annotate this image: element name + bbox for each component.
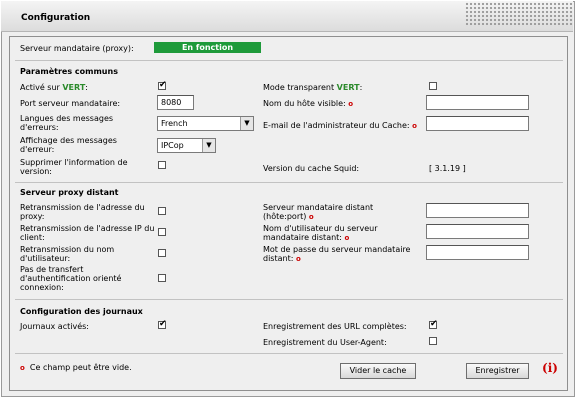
required-icon: o — [295, 255, 301, 263]
remote-pass-label: Mot de passe du serveur mandataire dista… — [263, 245, 411, 263]
remote-user-label: Nom d'utilisateur du serveur mandataire … — [263, 224, 378, 242]
dropdown-arrow-icon: ▼ — [202, 139, 215, 152]
common-heading: Paramètres communs — [20, 67, 118, 76]
required-icon: o — [344, 234, 350, 242]
logs-enabled-label: Journaux activés: — [20, 322, 89, 331]
info-icon[interactable]: (i) — [542, 361, 558, 375]
check-mark-icon: ✔ — [159, 319, 167, 329]
remote-user-input[interactable] — [426, 224, 529, 239]
remote-host-label: Serveur mandataire distant (hôte:port) o — [263, 203, 374, 221]
check-mark-icon: ✔ — [159, 80, 167, 90]
ua-log-label: Enregistrement du User-Agent: — [263, 338, 387, 347]
active-green-label: Activé sur VERT: — [20, 83, 88, 92]
suppress-version-checkbox[interactable] — [158, 161, 166, 169]
ua-log-checkbox[interactable] — [429, 337, 437, 345]
remote-pass-input[interactable] — [426, 245, 529, 260]
error-display-select[interactable]: IPCop ▼ — [157, 138, 216, 153]
proxy-label: Serveur mandataire (proxy): — [20, 44, 134, 53]
config-panel: Serveur mandataire (proxy): En fonction … — [9, 36, 568, 391]
port-label: Port serveur mandataire: — [20, 99, 121, 108]
divider — [15, 299, 563, 300]
titlebar-dots-decoration — [465, 2, 573, 27]
remote-host-input[interactable] — [426, 203, 529, 218]
error-display-label: Affichage des messages d'erreur: — [20, 136, 117, 154]
suppress-version-label: Supprimer l'information de version: — [20, 158, 128, 176]
footer-note: o Ce champ peut être vide. — [20, 363, 132, 372]
forward-proxy-label: Retransmission de l'adresse du proxy: — [20, 203, 145, 221]
required-icon: o — [348, 100, 354, 108]
window-title: Configuration — [21, 13, 91, 23]
admin-email-input[interactable] — [426, 116, 529, 131]
title-bar: Configuration — [1, 1, 573, 32]
squid-version-value: [ 3.1.19 ] — [429, 164, 466, 173]
required-icon: o — [20, 364, 25, 372]
no-auth-label: Pas de transfert d'authentification orie… — [20, 265, 122, 292]
lang-select[interactable]: French ▼ — [157, 116, 254, 131]
forward-ip-label: Retransmission de l'adresse IP du client… — [20, 224, 155, 242]
clear-cache-button[interactable]: Vider le cache — [340, 363, 416, 379]
dropdown-arrow-icon: ▼ — [240, 117, 253, 130]
hostname-label: Nom du hôte visible: o — [263, 99, 354, 108]
transparent-label: Mode transparent VERT: — [263, 83, 363, 92]
save-button[interactable]: Enregistrer — [466, 363, 529, 379]
active-green-checkbox[interactable]: ✔ — [158, 80, 167, 90]
hostname-input[interactable] — [426, 95, 529, 110]
divider — [15, 182, 563, 183]
squid-version-label: Version du cache Squid: — [263, 164, 360, 173]
forward-proxy-checkbox[interactable] — [158, 207, 166, 215]
divider — [15, 353, 563, 354]
remote-heading: Serveur proxy distant — [20, 188, 119, 197]
url-log-label: Enregistrement des URL complètes: — [263, 322, 407, 331]
forward-user-checkbox[interactable] — [158, 249, 166, 257]
url-log-checkbox[interactable]: ✔ — [429, 319, 438, 329]
port-input[interactable]: 8080 — [157, 95, 194, 110]
admin-email-label: E-mail de l'administrateur du Cache: o — [263, 121, 417, 130]
required-icon: o — [308, 213, 314, 221]
check-mark-icon: ✔ — [430, 319, 438, 329]
required-icon: o — [412, 122, 417, 130]
transparent-checkbox[interactable] — [429, 82, 437, 90]
logs-heading: Configuration des journaux — [20, 307, 143, 316]
no-auth-checkbox[interactable] — [158, 274, 166, 282]
lang-label: Langues des messages d'erreurs: — [20, 114, 114, 132]
forward-ip-checkbox[interactable] — [158, 228, 166, 236]
logs-enabled-checkbox[interactable]: ✔ — [158, 319, 167, 329]
proxy-status-badge: En fonction — [154, 42, 261, 53]
forward-user-label: Retransmission du nom d'utilisateur: — [20, 245, 115, 263]
divider — [15, 60, 563, 61]
